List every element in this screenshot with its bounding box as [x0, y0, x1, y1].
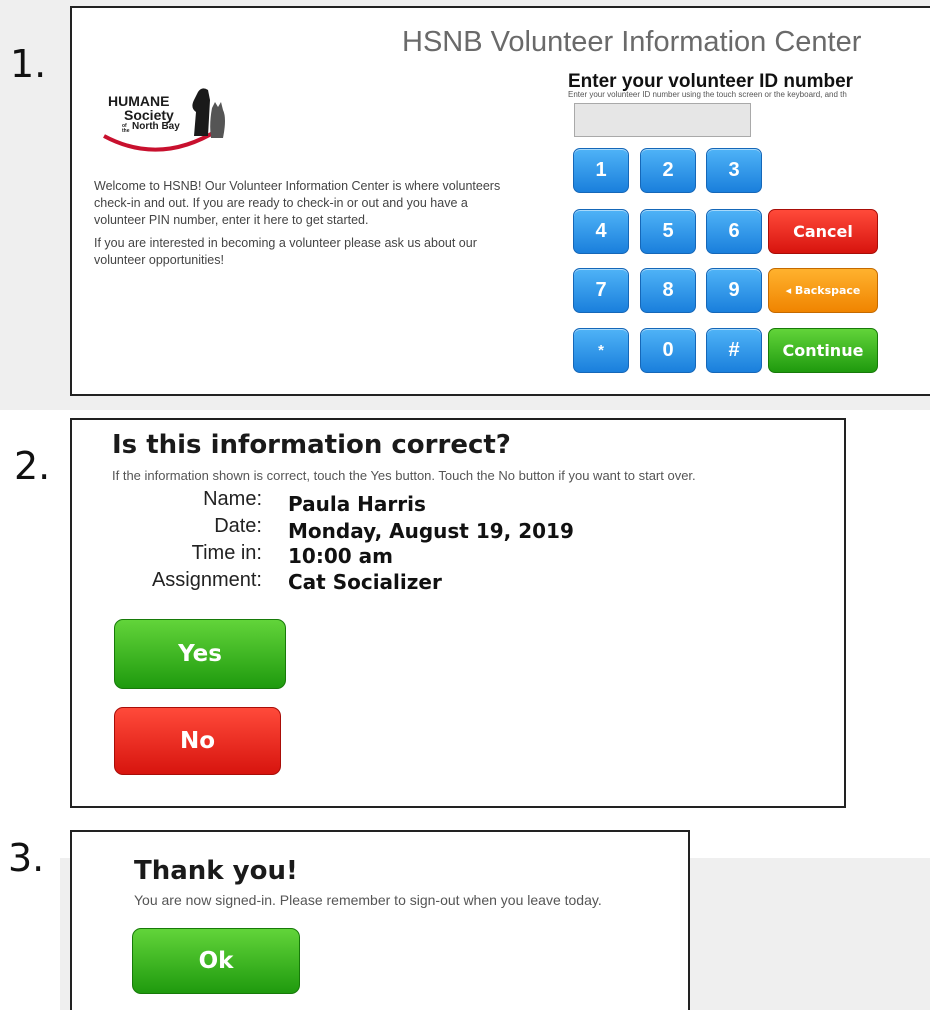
thank-you-title: Thank you! [134, 856, 298, 886]
keypad-key-4[interactable]: 4 [573, 209, 629, 254]
confirm-subtitle: If the information shown is correct, tou… [112, 468, 696, 483]
checkin-screen: HSNB Volunteer Information Center HUMANE… [70, 6, 930, 396]
ok-button[interactable]: Ok [132, 928, 300, 994]
keypad-key-1[interactable]: 1 [573, 148, 629, 193]
keypad-key-6[interactable]: 6 [706, 209, 762, 254]
keypad-key-0[interactable]: 0 [640, 328, 696, 373]
keypad-key-8[interactable]: 8 [640, 268, 696, 313]
page-title: HSNB Volunteer Information Center [402, 26, 862, 58]
yes-button[interactable]: Yes [114, 619, 286, 689]
keypad-key-5[interactable]: 5 [640, 209, 696, 254]
logo-text-humane: HUMANE [108, 93, 170, 109]
welcome-paragraph: If you are interested in becoming a volu… [94, 236, 477, 267]
step-number-2: 2. [14, 444, 51, 488]
time-in-value: 10:00 am [288, 544, 393, 568]
keypad-key-9[interactable]: 9 [706, 268, 762, 313]
logo-text-of: of the [122, 123, 130, 134]
id-prompt-subtext: Enter your volunteer ID number using the… [568, 90, 847, 99]
date-value: Monday, August 19, 2019 [288, 519, 574, 543]
keypad-key-star[interactable]: * [573, 328, 629, 373]
keypad-key-7[interactable]: 7 [573, 268, 629, 313]
name-value: Paula Harris [288, 492, 426, 516]
logo-text-north-bay: North Bay [132, 121, 180, 132]
assignment-label: Assignment: [151, 569, 262, 591]
confirm-screen: Is this information correct? If the info… [70, 418, 846, 808]
step-number-3: 3. [8, 836, 45, 880]
step-number-1: 1. [10, 42, 47, 86]
backspace-button[interactable]: ◂ Backspace [768, 268, 878, 313]
assignment-value: Cat Socializer [288, 570, 442, 594]
confirm-title: Is this information correct? [112, 430, 511, 460]
continue-button[interactable]: Continue [768, 328, 878, 373]
date-label: Date: [214, 515, 262, 537]
thank-you-subtitle: You are now signed-in. Please remember t… [134, 892, 602, 908]
welcome-text: Welcome to HSNB! Our Volunteer Informati… [94, 178, 514, 275]
humane-society-logo: HUMANE Society of the North Bay [100, 78, 230, 158]
no-button[interactable]: No [114, 707, 281, 775]
name-label: Name: [203, 488, 262, 510]
thank-you-screen: Thank you! You are now signed-in. Please… [70, 830, 690, 1010]
keypad-key-3[interactable]: 3 [706, 148, 762, 193]
logo-text-society: Society [124, 107, 174, 123]
keypad-key-2[interactable]: 2 [640, 148, 696, 193]
time-in-label: Time in: [191, 542, 262, 564]
welcome-paragraph: Welcome to HSNB! Our Volunteer Informati… [94, 179, 501, 227]
volunteer-id-input[interactable] [574, 103, 751, 137]
cancel-button[interactable]: Cancel [768, 209, 878, 254]
keypad-key-hash[interactable]: # [706, 328, 762, 373]
